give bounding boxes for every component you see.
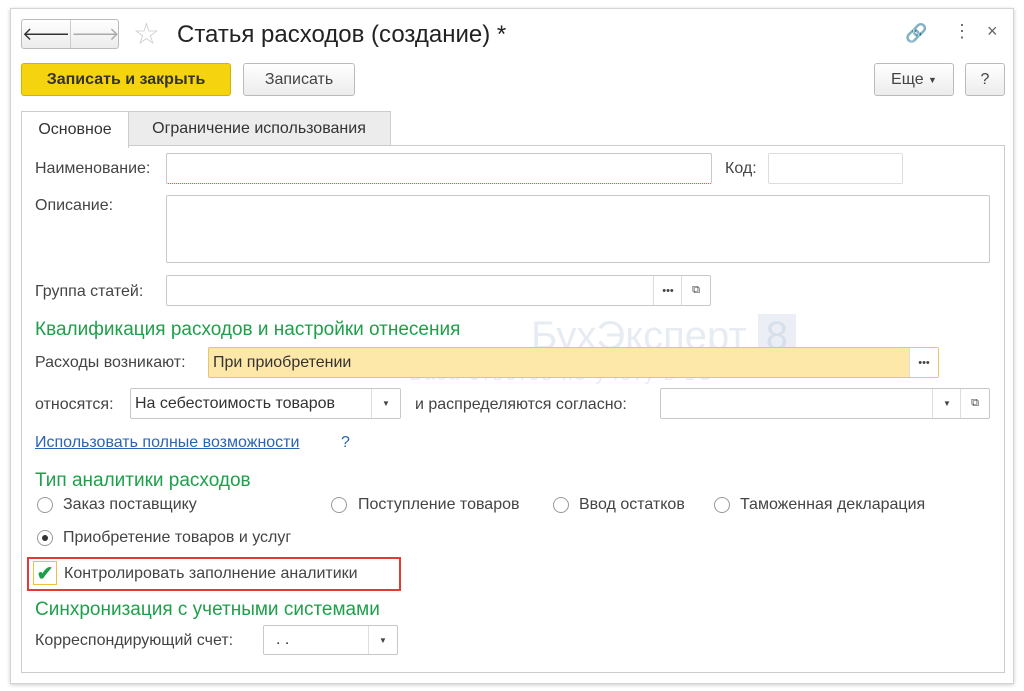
tab-restrictions[interactable]: Ограничение использования — [127, 111, 391, 146]
relate-select[interactable]: На себестоимость товаров ▼ — [130, 388, 401, 419]
arise-input[interactable]: При приобретении ••• — [208, 347, 939, 378]
account-select[interactable]: . . ▼ — [263, 625, 398, 655]
radio-button[interactable] — [553, 497, 569, 513]
code-input[interactable] — [768, 153, 903, 184]
favorite-star-icon[interactable]: ☆ — [133, 17, 160, 52]
control-label: Контролировать заполнение аналитики — [64, 565, 358, 582]
full-features-link[interactable]: Использовать полные возможности — [35, 434, 299, 452]
open-icon[interactable]: ⧉ — [681, 276, 710, 305]
tab-main-label: Основное — [38, 121, 112, 138]
code-label: Код: — [725, 160, 757, 177]
radio-label: Приобретение товаров и услуг — [63, 529, 292, 546]
nav-buttons: 🡐 🡒 — [21, 19, 120, 49]
radio-button[interactable] — [37, 497, 53, 513]
save-button[interactable]: Записать — [243, 63, 355, 96]
chevron-down-icon[interactable]: ▼ — [932, 389, 961, 418]
more-vert-icon[interactable]: ⋮ — [953, 21, 971, 42]
forward-button[interactable]: 🡒 — [71, 20, 119, 48]
section-qualification: Квалификация расходов и настройки отнесе… — [35, 319, 461, 340]
save-and-close-button[interactable]: Записать и закрыть — [21, 63, 231, 96]
relate-label: относятся: — [35, 396, 114, 413]
description-input[interactable] — [166, 195, 990, 263]
checkmark-icon: ✔ — [36, 562, 54, 585]
chevron-down-icon[interactable]: ▼ — [368, 626, 397, 654]
section-analytics-type: Тип аналитики расходов — [35, 470, 251, 491]
more-label: Еще — [891, 70, 924, 88]
account-label: Корреспондирующий счет: — [35, 632, 234, 649]
radio-button[interactable] — [331, 497, 347, 513]
name-label: Наименование: — [35, 160, 151, 177]
radio-button[interactable] — [714, 497, 730, 513]
open-icon[interactable]: ⧉ — [960, 389, 989, 418]
arise-label: Расходы возникают: — [35, 354, 186, 371]
relate-value: На себестоимость товаров — [135, 394, 336, 412]
tab-main[interactable]: Основное — [21, 111, 129, 148]
chevron-down-icon: ▼ — [928, 74, 937, 85]
radio-button[interactable] — [37, 530, 53, 546]
group-input[interactable]: ••• ⧉ — [166, 275, 711, 306]
distribute-select[interactable]: ▼ ⧉ — [660, 388, 990, 419]
name-input[interactable] — [166, 153, 712, 184]
link-icon[interactable]: 🔗 — [905, 23, 927, 44]
arise-value: При приобретении — [213, 353, 352, 371]
control-checkbox[interactable]: ✔ — [33, 561, 57, 585]
select-button[interactable]: ••• — [653, 276, 682, 305]
group-label: Группа статей: — [35, 283, 144, 300]
section-sync: Синхронизация с учетными системами — [35, 599, 380, 620]
distribute-label: и распределяются согласно: — [415, 396, 627, 413]
window-title: Статья расходов (создание) * — [177, 21, 507, 48]
help-link[interactable]: ? — [341, 434, 350, 452]
form-window: 🡐 🡒 ☆ Статья расходов (создание) * 🔗 ⋮ ×… — [10, 8, 1014, 684]
description-label: Описание: — [35, 197, 114, 214]
account-value: . . — [276, 631, 290, 648]
radio-label: Заказ поставщику — [63, 496, 197, 513]
close-icon[interactable]: × — [987, 21, 998, 42]
select-button[interactable]: ••• — [909, 348, 938, 377]
radio-label: Ввод остатков — [579, 496, 685, 513]
chevron-down-icon[interactable]: ▼ — [371, 389, 400, 418]
tab-restrictions-label: Ограничение использования — [152, 119, 366, 137]
more-button[interactable]: Еще ▼ — [874, 63, 954, 96]
radio-label: Таможенная декларация — [740, 496, 926, 513]
back-button[interactable]: 🡐 — [22, 20, 72, 48]
help-button[interactable]: ? — [965, 63, 1005, 96]
radio-label: Поступление товаров — [358, 496, 520, 513]
